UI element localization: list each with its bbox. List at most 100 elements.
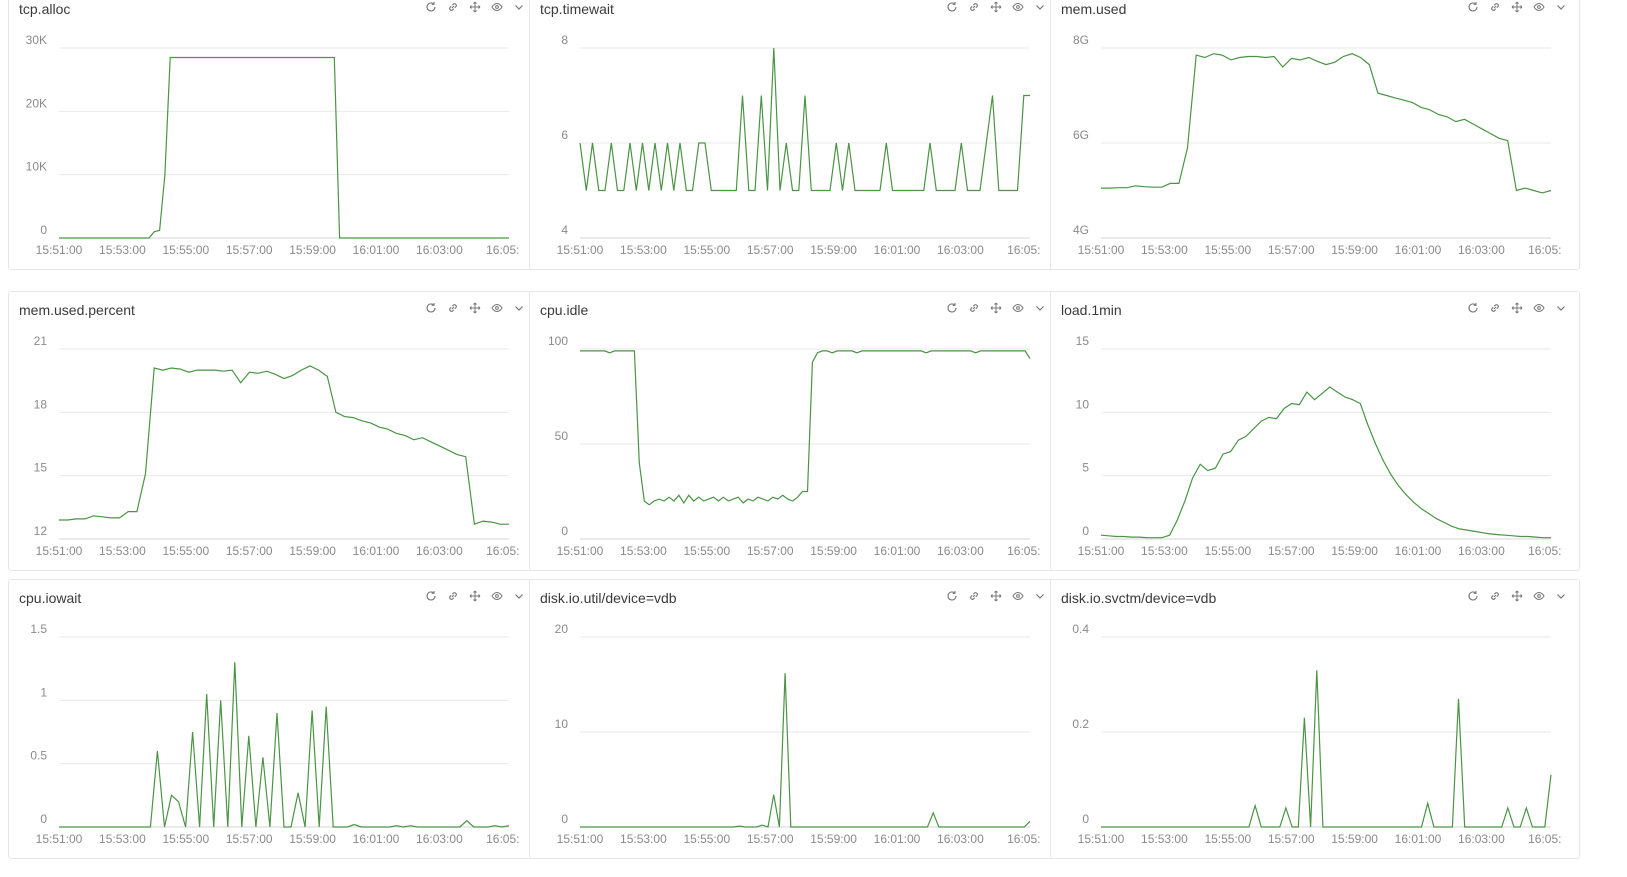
x-tick-label: 16:01:00	[874, 832, 921, 846]
link-icon[interactable]	[1487, 300, 1503, 316]
chart-panel: 100 50 0 15:51:00 15:53:00 15:55:00 15:57:00 15…	[529, 291, 1059, 571]
chart-panel: 8G 6G 4G 15:51:00 15:53:00 15:55:00 15:57:00 15…	[1050, 0, 1580, 270]
y-tick-label: 0.5	[30, 749, 47, 763]
line-chart: 100 50 0 15:51:00 15:53:00 15:55:00 15:57:00 15…	[548, 334, 1041, 558]
move-icon[interactable]	[988, 300, 1004, 316]
line-chart: 21 18 15 12 15:51:00 15:53:00 15:55:00 15:57:00…	[34, 334, 520, 558]
move-icon[interactable]	[467, 0, 483, 15]
link-icon[interactable]	[445, 588, 461, 604]
eye-icon[interactable]	[489, 300, 505, 316]
y-tick-label: 6	[561, 128, 568, 142]
chevron-down-icon[interactable]	[1553, 0, 1569, 15]
x-tick-label: 15:51:00	[36, 544, 83, 558]
y-tick-label: 100	[548, 334, 568, 348]
chevron-down-icon[interactable]	[1553, 588, 1569, 604]
y-tick-label: 0	[561, 812, 568, 826]
y-tick-label: 10	[555, 717, 569, 731]
chevron-down-icon[interactable]	[511, 0, 527, 15]
line-chart: 30K 20K 10K 0 15:51:00 15:53:00 15:55:00 15:57:…	[26, 33, 520, 257]
link-icon[interactable]	[445, 300, 461, 316]
panel-title: cpu.idle	[540, 302, 589, 318]
refresh-icon[interactable]	[1465, 300, 1481, 316]
dashboard-grid: 30K 20K 10K 0 15:51:00 15:53:00 15:55:00 15:57:…	[0, 0, 1627, 877]
x-tick-label: 15:53:00	[99, 243, 146, 257]
move-icon[interactable]	[988, 588, 1004, 604]
x-tick-label: 15:55:00	[162, 544, 209, 558]
x-tick-label: 16:05:	[1528, 832, 1561, 846]
refresh-icon[interactable]	[1465, 0, 1481, 15]
eye-icon[interactable]	[1010, 300, 1026, 316]
y-tick-label: 0	[561, 524, 568, 538]
refresh-icon[interactable]	[944, 0, 960, 15]
refresh-icon[interactable]	[1465, 588, 1481, 604]
move-icon[interactable]	[1509, 588, 1525, 604]
eye-icon[interactable]	[489, 588, 505, 604]
x-tick-label: 16:05:	[1528, 544, 1561, 558]
eye-icon[interactable]	[1010, 0, 1026, 15]
series-line	[1100, 386, 1551, 539]
x-tick-label: 15:51:00	[557, 243, 604, 257]
x-tick-label: 15:59:00	[289, 544, 336, 558]
eye-icon[interactable]	[489, 0, 505, 15]
refresh-icon[interactable]	[944, 588, 960, 604]
chevron-down-icon[interactable]	[1032, 588, 1048, 604]
x-tick-label: 15:55:00	[162, 832, 209, 846]
line-chart: 8G 6G 4G 15:51:00 15:53:00 15:55:00 15:57:00 15…	[1073, 33, 1562, 257]
y-tick-label: 6G	[1073, 128, 1089, 142]
link-icon[interactable]	[966, 0, 982, 15]
x-tick-label: 16:03:00	[416, 544, 463, 558]
x-tick-label: 15:57:00	[226, 544, 273, 558]
move-icon[interactable]	[467, 588, 483, 604]
chevron-down-icon[interactable]	[511, 588, 527, 604]
x-tick-label: 16:05:	[1528, 243, 1561, 257]
chevron-down-icon[interactable]	[1032, 300, 1048, 316]
move-icon[interactable]	[1509, 0, 1525, 15]
y-tick-label: 20	[555, 622, 569, 636]
refresh-icon[interactable]	[423, 588, 439, 604]
x-tick-label: 15:55:00	[683, 544, 730, 558]
move-icon[interactable]	[1509, 300, 1525, 316]
x-tick-label: 15:51:00	[557, 832, 604, 846]
panel-toolbar	[944, 588, 1048, 604]
panel-title: load.1min	[1061, 302, 1122, 318]
x-tick-label: 15:57:00	[747, 243, 794, 257]
y-tick-label: 1	[40, 685, 47, 699]
link-icon[interactable]	[1487, 588, 1503, 604]
x-tick-label: 15:53:00	[620, 544, 667, 558]
link-icon[interactable]	[966, 300, 982, 316]
move-icon[interactable]	[988, 0, 1004, 15]
y-tick-label: 0.2	[1072, 717, 1089, 731]
x-tick-label: 15:55:00	[1204, 544, 1251, 558]
refresh-icon[interactable]	[423, 0, 439, 15]
eye-icon[interactable]	[1531, 300, 1547, 316]
eye-icon[interactable]	[1531, 588, 1547, 604]
chevron-down-icon[interactable]	[1553, 300, 1569, 316]
x-tick-label: 15:57:00	[747, 544, 794, 558]
chevron-down-icon[interactable]	[511, 300, 527, 316]
x-tick-label: 15:53:00	[620, 243, 667, 257]
refresh-icon[interactable]	[423, 300, 439, 316]
x-tick-label: 16:03:00	[416, 243, 463, 257]
link-icon[interactable]	[966, 588, 982, 604]
link-icon[interactable]	[445, 0, 461, 15]
link-icon[interactable]	[1487, 0, 1503, 15]
eye-icon[interactable]	[1531, 0, 1547, 15]
refresh-icon[interactable]	[944, 300, 960, 316]
chevron-down-icon[interactable]	[1032, 0, 1048, 15]
x-tick-label: 16:01:00	[353, 544, 400, 558]
panel-title: mem.used.percent	[19, 302, 135, 318]
series-line	[1101, 670, 1552, 828]
y-tick-label: 15	[1076, 334, 1090, 348]
move-icon[interactable]	[467, 300, 483, 316]
x-tick-label: 16:01:00	[353, 832, 400, 846]
y-tick-label: 10K	[26, 160, 47, 174]
y-tick-label: 20K	[26, 96, 47, 110]
panel-toolbar	[423, 300, 527, 316]
y-tick-label: 0.4	[1072, 622, 1089, 636]
eye-icon[interactable]	[1010, 588, 1026, 604]
x-tick-label: 16:03:00	[416, 832, 463, 846]
x-tick-label: 16:05:	[486, 544, 519, 558]
panel-toolbar	[423, 588, 527, 604]
y-tick-label: 12	[34, 524, 48, 538]
x-tick-label: 15:55:00	[1204, 243, 1251, 257]
